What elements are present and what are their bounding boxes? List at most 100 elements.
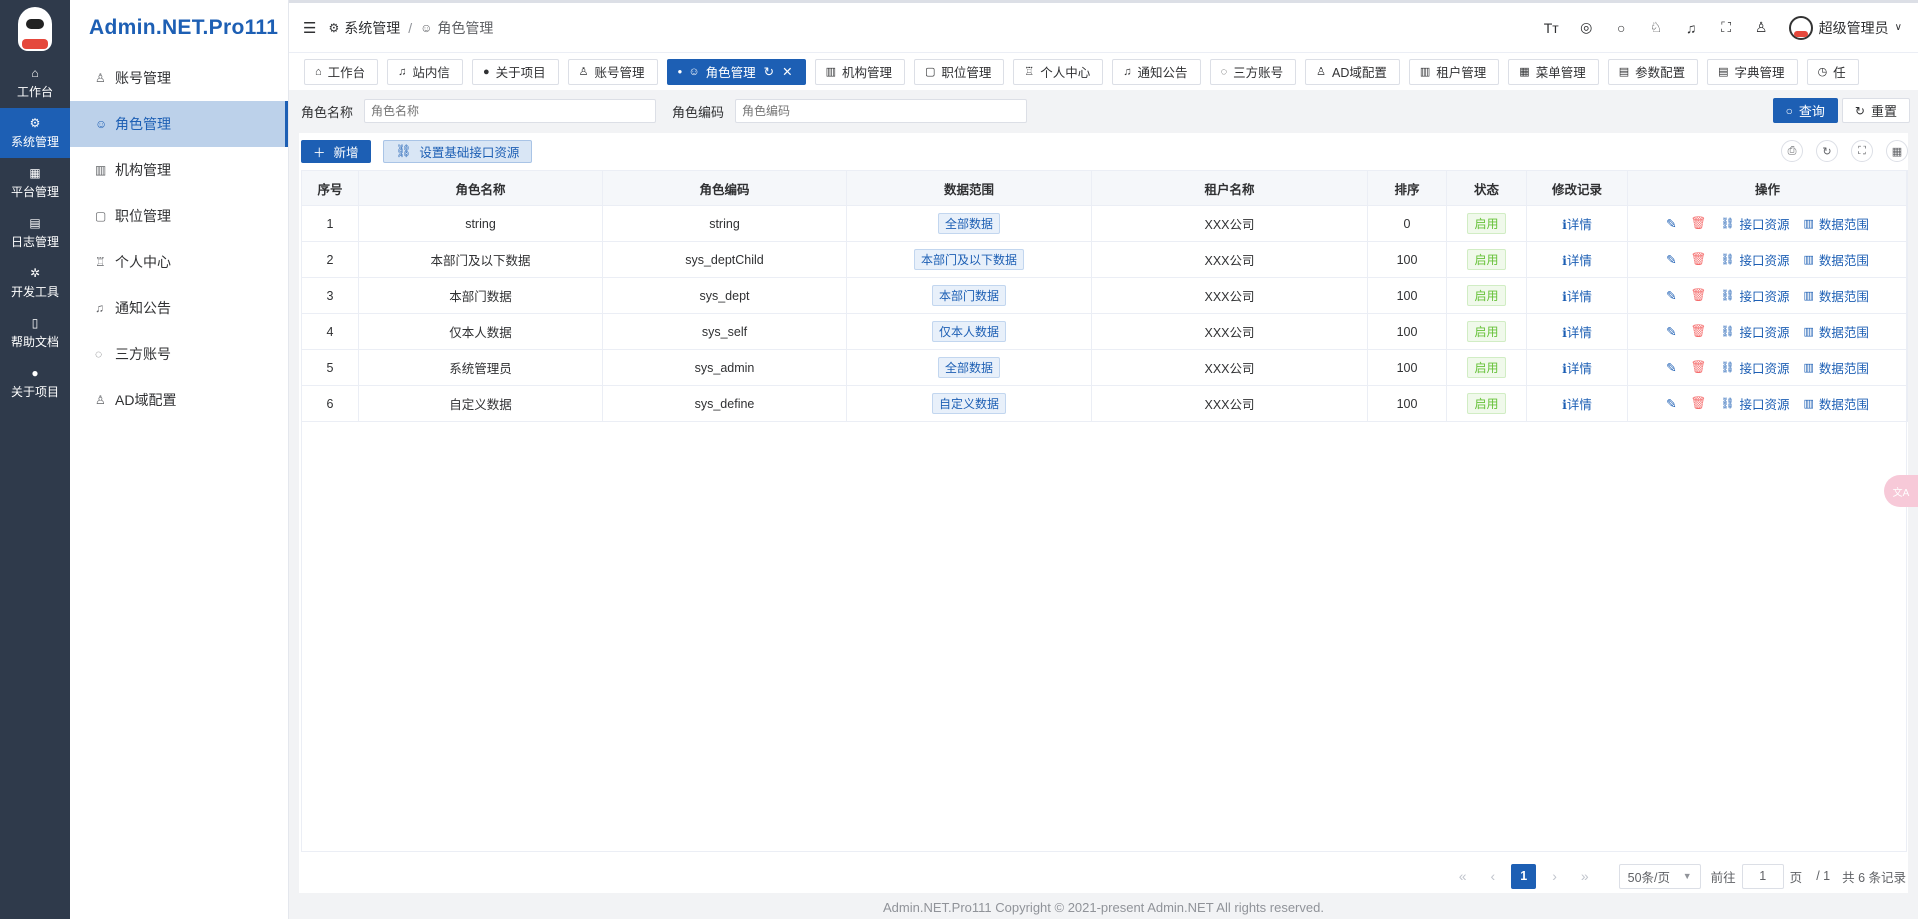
delete-icon[interactable]: 🗑	[1691, 324, 1707, 339]
data-scope-cell: 仅本人数据	[846, 313, 1092, 350]
edit-icon[interactable]: ✎	[1666, 396, 1676, 411]
tab[interactable]: ◌ 三方账号	[1209, 58, 1297, 85]
bell-icon[interactable]: ♫	[1674, 20, 1709, 36]
api-resource-button[interactable]: ⛓ 接口资源	[1720, 214, 1789, 233]
base-api-button[interactable]: ⛓ 设置基础接口资源	[382, 140, 533, 163]
delete-icon[interactable]: 🗑	[1691, 396, 1707, 411]
fullscreen-icon[interactable]: ⛶	[1851, 140, 1873, 162]
delete-icon[interactable]: 🗑	[1691, 252, 1707, 267]
reset-button[interactable]: ↻ 重置	[1841, 98, 1910, 123]
api-resource-button[interactable]: ⛓ 接口资源	[1720, 394, 1789, 413]
translate-icon: 文A	[1892, 487, 1910, 499]
data-scope-button[interactable]: ▥ 数据范围	[1803, 286, 1868, 305]
data-scope-button[interactable]: ▥ 数据范围	[1803, 322, 1868, 341]
api-resource-button[interactable]: ⛓ 接口资源	[1720, 250, 1789, 269]
tab[interactable]: ● ☺ 角色管理 ↻ ✕	[666, 58, 806, 85]
rail-item[interactable]: ▤ 日志管理	[0, 208, 70, 258]
submenu-item[interactable]: ♙ 账号管理	[70, 55, 288, 101]
detail-link[interactable]: ℹ详情	[1562, 398, 1592, 412]
last-page-icon[interactable]: »	[1581, 868, 1589, 884]
breadcrumb-item[interactable]: 系统管理	[344, 18, 400, 38]
tab[interactable]: ▥ 机构管理	[814, 58, 905, 85]
tab[interactable]: ♖ 个人中心	[1013, 58, 1104, 85]
rail-item[interactable]: ✲ 开发工具	[0, 258, 70, 308]
edit-icon[interactable]: ✎	[1666, 216, 1676, 231]
detail-link[interactable]: ℹ详情	[1562, 218, 1592, 232]
tab[interactable]: ⌂ 工作台	[304, 58, 379, 85]
tab-label: 职位管理	[941, 66, 992, 80]
tab[interactable]: ♫ 站内信	[387, 58, 463, 85]
api-resource-button[interactable]: ⛓ 接口资源	[1720, 358, 1789, 377]
tab[interactable]: ▥ 租户管理	[1408, 58, 1500, 85]
data-scope-button[interactable]: ▥ 数据范围	[1803, 250, 1868, 269]
rail-item[interactable]: ▯ 帮助文档	[0, 308, 70, 358]
role-name-input[interactable]	[364, 99, 657, 123]
api-resource-button[interactable]: ⛓ 接口资源	[1720, 286, 1789, 305]
submenu-item[interactable]: ☺ 角色管理	[70, 101, 288, 147]
skin-icon[interactable]: ♘	[1639, 19, 1674, 36]
user-menu[interactable]: 超级管理员 ∨	[1788, 15, 1902, 40]
goto-input[interactable]: 1	[1741, 863, 1784, 889]
data-scope-button[interactable]: ▥ 数据范围	[1803, 358, 1868, 377]
rail-item-label: 工作台	[16, 85, 53, 99]
tab[interactable]: ▤ 参数配置	[1607, 58, 1699, 85]
tab[interactable]: ♫ 通知公告	[1112, 58, 1201, 85]
prev-page-icon[interactable]: ‹	[1491, 868, 1496, 884]
tab[interactable]: ♙ 账号管理	[567, 58, 658, 85]
rail-item[interactable]: ▦ 平台管理	[0, 158, 70, 208]
submenu-item[interactable]: ▥ 机构管理	[70, 147, 288, 193]
tab[interactable]: ♙ AD域配置	[1305, 58, 1400, 85]
detail-link[interactable]: ℹ详情	[1562, 326, 1592, 340]
submenu-item[interactable]: ▢ 职位管理	[70, 193, 288, 239]
columns-icon[interactable]: ▦	[1886, 140, 1908, 162]
refresh-icon[interactable]: ↻	[764, 64, 774, 79]
data-scope-button[interactable]: ▥ 数据范围	[1803, 214, 1868, 233]
query-button[interactable]: ○ 查询	[1772, 98, 1838, 123]
search-icon[interactable]: ○	[1604, 20, 1639, 36]
edit-icon[interactable]: ✎	[1666, 288, 1676, 303]
tab[interactable]: ▢ 职位管理	[913, 58, 1005, 85]
edit-icon[interactable]: ✎	[1666, 252, 1676, 267]
user-settings-icon[interactable]: ♙	[1744, 19, 1779, 36]
tab-icon: ▤	[1618, 66, 1630, 78]
delete-icon[interactable]: 🗑	[1691, 288, 1707, 303]
tab[interactable]: ◷ 任	[1806, 58, 1859, 85]
add-button[interactable]: ＋ 新增	[301, 140, 371, 163]
tab[interactable]: ● 关于项目	[471, 58, 559, 85]
print-icon[interactable]: ⎙	[1781, 140, 1803, 162]
index-cell: 1	[301, 205, 359, 242]
rail-item[interactable]: ● 关于项目	[0, 358, 70, 408]
order-cell: 100	[1367, 349, 1447, 386]
page-number[interactable]: 1	[1511, 863, 1537, 889]
tab[interactable]: ▤ 字典管理	[1707, 58, 1798, 85]
delete-icon[interactable]: 🗑	[1691, 360, 1707, 375]
delete-icon[interactable]: 🗑	[1691, 216, 1707, 231]
refresh-icon[interactable]: ↻	[1816, 140, 1838, 162]
language-icon[interactable]: ◎	[1569, 19, 1604, 36]
role-code-input[interactable]	[735, 99, 1028, 123]
edit-icon[interactable]: ✎	[1666, 360, 1676, 375]
font-size-icon[interactable]: Tт	[1534, 20, 1569, 36]
page-size-select[interactable]: 50条/页 ▼	[1618, 863, 1701, 889]
submenu-item[interactable]: ◌ 三方账号	[70, 331, 288, 377]
submenu-item[interactable]: ♫ 通知公告	[70, 285, 288, 331]
detail-link[interactable]: ℹ详情	[1562, 254, 1592, 268]
detail-link[interactable]: ℹ详情	[1562, 290, 1592, 304]
rail-item[interactable]: ⚙ 系统管理	[0, 108, 70, 158]
first-page-icon[interactable]: «	[1459, 868, 1467, 884]
submenu-item[interactable]: ♖ 个人中心	[70, 239, 288, 285]
translate-float-button[interactable]: 文A	[1884, 475, 1918, 507]
submenu-item[interactable]: ♙ AD域配置	[70, 377, 288, 423]
tab[interactable]: ▦ 菜单管理	[1508, 58, 1599, 85]
breadcrumb: ⚙ 系统管理 / ☺ 角色管理	[328, 18, 493, 38]
detail-link[interactable]: ℹ详情	[1562, 362, 1592, 376]
api-resource-button[interactable]: ⛓ 接口资源	[1720, 322, 1789, 341]
next-page-icon[interactable]: ›	[1552, 868, 1557, 884]
rail-item[interactable]: ⌂ 工作台	[0, 58, 70, 108]
data-scope-button[interactable]: ▥ 数据范围	[1803, 394, 1868, 413]
fullscreen-icon[interactable]: ⛶	[1709, 19, 1744, 36]
menu-toggle-icon[interactable]: ☰	[303, 19, 316, 37]
column-header: 状态	[1446, 170, 1527, 206]
close-icon[interactable]: ✕	[782, 64, 792, 79]
edit-icon[interactable]: ✎	[1666, 324, 1676, 339]
